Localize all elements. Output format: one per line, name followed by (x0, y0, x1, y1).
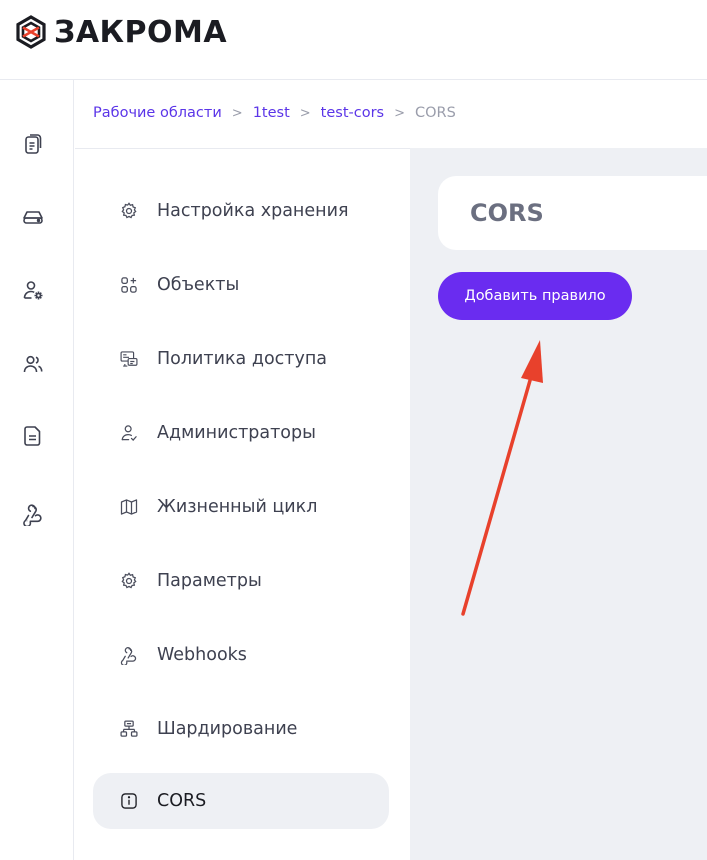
grid-plus-icon (121, 277, 137, 293)
subnav-label: Параметры (157, 571, 262, 591)
subnav-item-webhooks[interactable]: Webhooks (93, 627, 389, 683)
breadcrumb-workspace[interactable]: 1test (253, 105, 290, 121)
info-icon (121, 793, 137, 809)
gear-icon (121, 572, 137, 589)
subnav-item-cors[interactable]: CORS (93, 773, 389, 829)
rail-user-settings[interactable] (17, 274, 49, 306)
subnav-item-objects[interactable]: Объекты (93, 257, 389, 313)
brand-name: ЗАКРОМА (54, 14, 228, 50)
users-icon (23, 355, 43, 373)
subnav-item-storage-settings[interactable]: Настройка хранения (93, 183, 389, 239)
page-title: CORS (470, 199, 544, 227)
breadcrumb-workspaces[interactable]: Рабочие области (93, 105, 222, 121)
breadcrumb-separator: > (299, 105, 311, 121)
admin-user-icon (121, 425, 137, 441)
subnav-item-lifecycle[interactable]: Жизненный цикл (93, 479, 389, 535)
map-icon (120, 499, 138, 515)
breadcrumb-separator: > (231, 105, 243, 121)
subnav-label: CORS (157, 791, 207, 811)
icon-rail (0, 80, 74, 860)
brand-logo[interactable]: ЗАКРОМА (14, 14, 227, 50)
page-header-card: CORS (438, 176, 707, 250)
rail-files[interactable] (17, 420, 49, 452)
access-policy-icon (120, 351, 138, 367)
subnav-label: Жизненный цикл (157, 497, 318, 517)
subnav-item-access-policy[interactable]: Политика доступа (93, 331, 389, 387)
subnav-item-sharding[interactable]: Шардирование (93, 701, 389, 757)
breadcrumb: Рабочие области > 1test > test-cors > CO… (93, 103, 456, 123)
subnav-label: Политика доступа (157, 349, 327, 369)
documents-icon (25, 134, 42, 154)
rail-documents[interactable] (17, 128, 49, 160)
subnav-label: Шардирование (157, 719, 298, 739)
app-header: ЗАКРОМА (0, 0, 707, 80)
file-icon (24, 426, 41, 446)
breadcrumb-separator: > (394, 105, 406, 121)
breadcrumb-bucket[interactable]: test-cors (321, 105, 384, 121)
webhook-icon (120, 647, 137, 665)
subnav-item-administrators[interactable]: Администраторы (93, 405, 389, 461)
subnav-label: Объекты (157, 275, 240, 295)
subnav-item-parameters[interactable]: Параметры (93, 553, 389, 609)
bucket-settings-nav: Настройка хранения Объекты Политика дост… (75, 148, 410, 860)
rail-users[interactable] (17, 348, 49, 380)
breadcrumb-current: CORS (415, 105, 456, 121)
add-rule-button[interactable]: Добавить правило (438, 272, 632, 320)
rail-webhooks[interactable] (17, 498, 49, 530)
subnav-label: Администраторы (157, 423, 316, 443)
hexagon-logo-icon (16, 15, 46, 49)
rail-storage[interactable] (17, 200, 49, 232)
subnav-label: Webhooks (157, 645, 247, 665)
sharding-icon (120, 720, 138, 737)
storage-drive-icon (23, 211, 43, 224)
user-settings-icon (23, 281, 43, 300)
main-content: CORS Добавить правило (410, 148, 707, 860)
gear-icon (121, 202, 137, 219)
subnav-label: Настройка хранения (157, 201, 349, 221)
webhook-icon (23, 504, 42, 526)
